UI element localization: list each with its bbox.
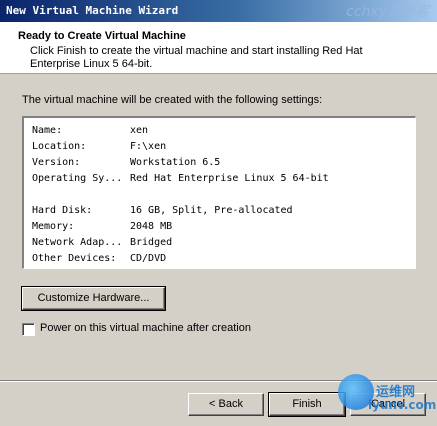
back-button[interactable]: < Back	[188, 393, 264, 416]
setting-value: 2048 MB	[130, 221, 173, 232]
setting-key: Network Adap...	[32, 237, 123, 248]
setting-value: xen	[130, 125, 149, 136]
setting-key: Other Devices:	[32, 253, 117, 264]
setting-key: Memory:	[32, 221, 75, 232]
wizard-header: Ready to Create Virtual Machine Click Fi…	[0, 22, 437, 74]
finish-button[interactable]: Finish	[268, 392, 346, 417]
setting-value: Workstation 6.5	[130, 157, 221, 168]
setting-key: Name:	[32, 125, 63, 136]
power-on-label[interactable]: Power on this virtual machine after crea…	[40, 322, 251, 334]
setting-value: Bridged	[130, 237, 173, 248]
setting-value: F:\xen	[130, 141, 167, 152]
setting-key: Operating Sy...	[32, 173, 123, 184]
setting-value: CD/DVD	[130, 253, 167, 264]
power-on-checkbox[interactable]	[22, 323, 35, 336]
setting-key: Location:	[32, 141, 87, 152]
settings-summary[interactable]: Name: xen Location: F:\xen Version: Work…	[22, 116, 416, 269]
settings-intro: The virtual machine will be created with…	[22, 94, 323, 106]
title-bar[interactable]: New Virtual Machine Wizard cchxy的博客	[0, 0, 437, 22]
window-title: New Virtual Machine Wizard	[6, 4, 179, 17]
watermark-text: cchxy的博客	[346, 4, 429, 20]
page-title: Ready to Create Virtual Machine	[18, 30, 186, 42]
setting-value: Red Hat Enterprise Linux 5 64-bit	[130, 173, 329, 184]
customize-hardware-button[interactable]: Customize Hardware...	[21, 286, 166, 311]
setting-key: Version:	[32, 157, 81, 168]
watermark-url: iyunv.com	[368, 398, 437, 412]
setting-value: 16 GB, Split, Pre-allocated	[130, 205, 293, 216]
setting-key: Hard Disk:	[32, 205, 93, 216]
page-subtitle: Click Finish to create the virtual machi…	[30, 45, 363, 70]
footer-divider	[0, 380, 437, 382]
